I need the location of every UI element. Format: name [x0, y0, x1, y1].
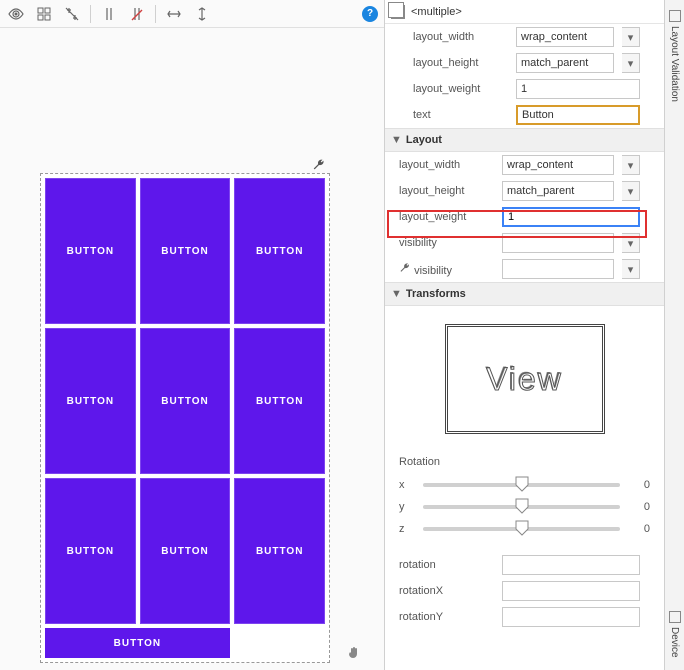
layout-weight-input[interactable] [503, 208, 639, 226]
declared-layout-height: layout_height match_parent ▾ [385, 50, 664, 76]
design-canvas-panel: ? BUTTON BUTTON BUTTON BUTTON BUTTON BUT… [0, 0, 385, 670]
chevron-down-icon[interactable]: ▾ [622, 53, 640, 73]
device-frame[interactable]: BUTTON BUTTON BUTTON BUTTON BUTTON BUTTO… [40, 173, 330, 663]
layout-weight: layout_weight [385, 204, 664, 230]
button-2-2[interactable]: BUTTON [234, 478, 325, 624]
collapse-icon: ▼ [391, 288, 402, 300]
chevron-down-icon[interactable]: ▾ [622, 259, 640, 279]
collapse-icon: ▼ [391, 134, 402, 146]
button-1-2[interactable]: BUTTON [234, 328, 325, 474]
layout-width: layout_width wrap_content ▾ [385, 152, 664, 178]
slider-track[interactable] [423, 483, 620, 487]
default-margin-icon[interactable] [99, 4, 119, 24]
button-0-1[interactable]: BUTTON [140, 178, 231, 324]
expand-vertical-icon[interactable] [192, 4, 212, 24]
attributes-panel: Layout Validation Device <multiple> layo… [385, 0, 684, 670]
slider-value: 0 [630, 501, 650, 513]
slider-value: 0 [630, 479, 650, 491]
declared-layout-width: layout_width wrap_content ▾ [385, 24, 664, 50]
tab-layout-validation[interactable]: Layout Validation [669, 6, 681, 106]
slider-thumb[interactable] [513, 519, 531, 537]
eye-icon[interactable] [6, 4, 26, 24]
button-bottom[interactable]: BUTTON [45, 628, 230, 658]
design-toolbar: ? [0, 0, 384, 28]
autoconnect-off-icon[interactable] [62, 4, 82, 24]
view-preview: View [445, 324, 605, 434]
selection-label: <multiple> [411, 6, 462, 18]
layout-tools-visibility: visibility ▾ [385, 256, 664, 282]
flag-icon[interactable] [648, 261, 658, 277]
empty-slot [230, 628, 325, 658]
rotation-field: rotation [385, 552, 664, 578]
slider-track[interactable] [423, 505, 620, 509]
slider-thumb[interactable] [513, 497, 531, 515]
declared-text: text Button [385, 102, 664, 128]
button-0-0[interactable]: BUTTON [45, 178, 136, 324]
axis-label: y [399, 501, 413, 513]
grid-icon[interactable] [34, 4, 54, 24]
rotation-slider-x[interactable]: x0 [399, 474, 650, 496]
multiple-icon [391, 5, 405, 19]
expand-horizontal-icon[interactable] [164, 4, 184, 24]
flag-icon[interactable] [648, 55, 658, 71]
slider-thumb[interactable] [513, 475, 531, 493]
rotationx-field: rotationX [385, 578, 664, 604]
flag-icon[interactable] [648, 609, 658, 625]
rotation-block: Rotation x0y0z0 [385, 444, 664, 540]
chevron-down-icon[interactable]: ▾ [622, 155, 640, 175]
slider-track[interactable] [423, 527, 620, 531]
pan-hand-icon[interactable] [346, 645, 362, 664]
section-transforms[interactable]: ▼Transforms [385, 282, 664, 306]
button-1-0[interactable]: BUTTON [45, 328, 136, 474]
rotation-slider-z[interactable]: z0 [399, 518, 650, 540]
button-0-2[interactable]: BUTTON [234, 178, 325, 324]
rotationy-field: rotationY [385, 604, 664, 630]
flag-icon[interactable] [648, 183, 658, 199]
axis-label: x [399, 479, 413, 491]
flag-icon[interactable] [648, 157, 658, 173]
chevron-down-icon[interactable]: ▾ [622, 233, 640, 253]
chevron-down-icon[interactable]: ▾ [622, 27, 640, 47]
section-layout[interactable]: ▼Layout [385, 128, 664, 152]
flag-icon[interactable] [648, 557, 658, 573]
layout-height: layout_height match_parent ▾ [385, 178, 664, 204]
flag-icon[interactable] [648, 29, 658, 45]
rotation-slider-y[interactable]: y0 [399, 496, 650, 518]
tab-device[interactable]: Device [669, 607, 681, 662]
device-icon [669, 611, 681, 623]
flag-icon[interactable] [648, 235, 658, 251]
button-2-1[interactable]: BUTTON [140, 478, 231, 624]
flag-icon[interactable] [648, 583, 658, 599]
button-1-1[interactable]: BUTTON [140, 328, 231, 474]
selection-header: <multiple> [385, 0, 664, 24]
clear-constraints-icon[interactable] [127, 4, 147, 24]
side-tabs: Layout Validation Device [664, 0, 684, 670]
help-icon[interactable]: ? [362, 6, 378, 22]
canvas-area[interactable]: BUTTON BUTTON BUTTON BUTTON BUTTON BUTTO… [0, 28, 384, 670]
flag-icon[interactable] [648, 81, 658, 97]
flag-icon[interactable] [648, 107, 658, 123]
axis-label: z [399, 523, 413, 535]
chevron-down-icon[interactable]: ▾ [622, 181, 640, 201]
button-2-0[interactable]: BUTTON [45, 478, 136, 624]
layout-visibility: visibility ▾ [385, 230, 664, 256]
validation-icon [669, 10, 681, 22]
slider-value: 0 [630, 523, 650, 535]
declared-layout-weight: layout_weight 1 [385, 76, 664, 102]
flag-icon[interactable] [648, 209, 658, 225]
rotation-title: Rotation [399, 456, 650, 468]
wrench-icon [399, 262, 411, 274]
